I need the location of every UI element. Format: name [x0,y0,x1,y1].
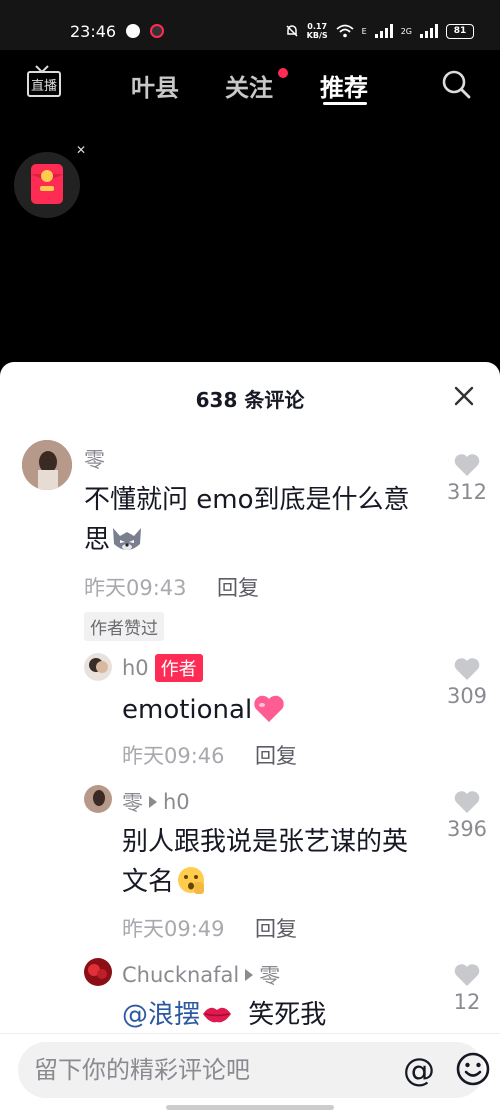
avatar[interactable] [84,785,112,813]
status-bar: 23:46 0.17 KB/S E 2G 81 [0,0,500,50]
tab-recommended[interactable]: 推荐 [320,68,368,103]
heart-emoji-icon [254,695,284,722]
network-speed: 0.17 KB/S [307,22,328,40]
heart-icon [454,454,480,476]
like-count: 396 [446,817,488,841]
heart-icon [454,658,480,680]
live-icon[interactable]: 直播 [26,64,62,98]
comment-time: 昨天09:49 [122,917,225,941]
avatar[interactable] [84,653,112,681]
comment-username[interactable]: 零 [84,444,105,474]
comment-username: 零 h0 [122,787,190,817]
like-button[interactable]: 12 [445,962,489,1014]
avatar[interactable] [22,440,72,490]
wolf-emoji-icon [113,528,142,550]
comment-text-line-2: 文名 [122,862,442,902]
avatar[interactable] [84,958,112,986]
comment-text: 不懂就问 emo到底是什么意思 [84,480,434,560]
globe-icon [126,24,140,38]
comment-text-content: emotional [122,695,253,725]
comment-username: Chucknafal 零 [122,960,280,990]
active-tab-indicator [323,102,367,105]
comment-text: emotional [122,690,432,730]
emoji-icon[interactable] [455,1051,491,1087]
reply-button[interactable]: 回复 [217,572,259,602]
red-packet-widget[interactable] [14,152,80,218]
comment-username: h0 作者 [122,654,203,682]
signal-1-label: E [361,26,367,36]
lips-emoji-icon [203,1007,232,1023]
tab-local[interactable]: 叶县 [131,68,179,103]
comment-text-content: 文名 [122,867,175,897]
status-right: 0.17 KB/S E 2G 81 [285,22,474,40]
comments-sheet: 638 条评论 零 不懂就问 emo到底是什么意思 昨天09:43 回复 作者赞… [0,362,500,1111]
signal-1-bars [374,24,393,38]
battery-indicator: 81 [446,23,474,39]
reply-arrow-icon [149,796,157,808]
like-button[interactable]: 312 [445,452,489,504]
username-text[interactable]: Chucknafal [122,963,239,987]
comment-time: 昨天09:43 [84,576,187,600]
tab-following[interactable]: 关注 [225,68,273,103]
heart-icon [454,964,480,986]
reply-button[interactable]: 回复 [255,913,297,943]
username-text[interactable]: 零 [122,787,143,817]
like-count: 312 [446,480,488,504]
like-button[interactable]: 309 [445,656,489,708]
tiktok-icon [150,24,164,38]
search-icon[interactable] [440,68,472,100]
author-liked-tag: 作者赞过 [84,612,164,641]
notification-dot [278,68,288,78]
reply-arrow-icon [245,969,254,981]
speed-unit: KB/S [306,31,328,40]
comment-input-bar: @ [0,1033,500,1111]
comment-text-line: 别人跟我说是张艺谋的英 [122,827,409,857]
comment-time: 昨天09:46 [122,744,225,768]
comments-title: 638 条评论 [195,388,305,412]
comment-text: @浪摆 笑死我 [122,995,442,1035]
like-count: 309 [446,684,488,708]
signal-2-bars [420,24,438,38]
shush-face-emoji-icon [178,867,205,894]
mention-link[interactable]: @浪摆 [122,1000,200,1030]
author-badge: 作者 [154,654,203,682]
status-time: 23:46 [70,22,117,41]
comment-input[interactable] [34,1052,374,1088]
live-label: 直播 [31,79,57,94]
mute-bell-icon [286,25,298,37]
top-nav: 直播 叶县 关注 推荐 [0,50,500,110]
comment-input-container: @ [18,1042,490,1098]
heart-icon [454,791,480,813]
close-icon[interactable] [452,384,476,408]
reply-to-username[interactable]: 零 [259,960,280,990]
like-button[interactable]: 396 [445,789,489,841]
wifi-icon [336,24,354,38]
mention-button[interactable]: @ [402,1050,436,1090]
comment-text-content: 笑死我 [248,1000,327,1030]
reply-to-username[interactable]: h0 [163,790,190,814]
red-packet-close-icon[interactable]: ✕ [76,143,86,157]
comment-text: 别人跟我说是张艺谋的英 文名 [122,822,442,902]
home-indicator [166,1105,334,1110]
signal-2-label: 2G [400,26,412,36]
speed-value: 0.17 [307,22,328,31]
reply-button[interactable]: 回复 [255,740,297,770]
username-text[interactable]: h0 [122,656,149,680]
red-envelope-icon [31,164,63,204]
like-count: 12 [453,990,481,1014]
